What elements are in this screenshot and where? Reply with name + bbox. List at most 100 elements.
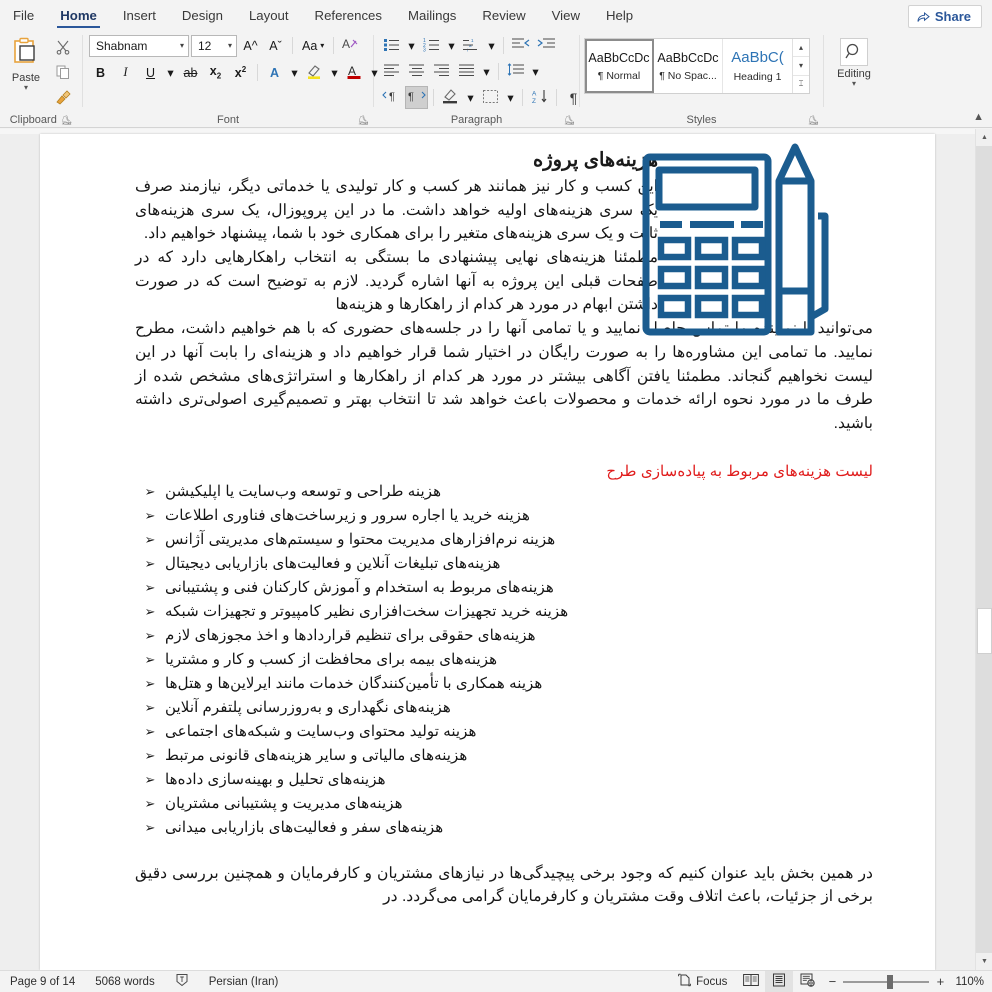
zoom-track[interactable] — [843, 974, 930, 989]
tab-references[interactable]: References — [304, 6, 393, 30]
format-painter-button[interactable] — [52, 88, 74, 110]
multilevel-list-button[interactable]: 1ai — [460, 34, 483, 57]
line-spacing-options-button[interactable]: ▾ — [529, 60, 542, 83]
borders-options-button[interactable]: ▾ — [504, 86, 517, 109]
bullets-options-button[interactable]: ▾ — [405, 34, 418, 57]
borders-button[interactable] — [479, 86, 502, 109]
costs-list-heading: لیست هزینه‌های مربوط به پیاده‌سازی طرح — [606, 462, 873, 480]
word-count-status[interactable]: 5068 words — [85, 976, 164, 988]
align-center-button[interactable] — [405, 60, 428, 83]
shrink-font-icon: Aˇ — [269, 38, 282, 53]
subscript-button[interactable]: x2 — [204, 61, 227, 84]
font-size-combobox[interactable]: 12 ▾ — [191, 34, 237, 57]
italic-button[interactable]: I — [114, 61, 137, 84]
zoom-thumb[interactable] — [887, 974, 894, 989]
chevron-down-icon: ▾ — [488, 39, 495, 53]
font-color-button[interactable]: A — [343, 61, 366, 84]
editing-chevron-down-icon[interactable]: ▾ — [852, 80, 856, 88]
sort-button[interactable]: AZ — [528, 86, 551, 109]
highlight-options-button[interactable]: ▾ — [328, 61, 341, 84]
decrease-indent-button[interactable] — [509, 34, 532, 57]
vertical-scroll-track[interactable] — [976, 146, 992, 953]
copy-button[interactable] — [52, 63, 74, 85]
list-item-text: هزینه طراحی و توسعه وب‌سایت یا اپلیکیشن — [165, 482, 442, 500]
paragraph-dialog-launcher-icon[interactable]: ⛸ — [564, 115, 575, 126]
tab-home[interactable]: Home — [49, 6, 108, 30]
proofing-status[interactable] — [165, 973, 199, 990]
line-spacing-button[interactable] — [504, 60, 527, 83]
increase-indent-button[interactable] — [534, 34, 557, 57]
shading-options-button[interactable]: ▾ — [464, 86, 477, 109]
focus-mode-button[interactable]: Focus — [668, 973, 737, 990]
tab-design[interactable]: Design — [171, 6, 234, 30]
tab-review[interactable]: Review — [471, 6, 536, 30]
share-button[interactable]: Share — [907, 5, 982, 28]
tab-layout[interactable]: Layout — [238, 6, 300, 30]
style-no-spacing[interactable]: AaBbCcDc ¶ No Spac... — [654, 39, 723, 93]
bullet-glyph-icon: ➢ — [144, 651, 156, 667]
zoom-level[interactable]: 110% — [951, 976, 992, 988]
document-page[interactable]: هزینه‌های پروژه این کسب و کار نیز همانند… — [40, 134, 935, 970]
read-mode-view-button[interactable] — [737, 971, 765, 992]
pilcrow-icon: ¶ — [569, 89, 578, 106]
underline-button[interactable]: U — [139, 61, 162, 84]
style-normal[interactable]: AaBbCcDc ¶ Normal — [585, 39, 654, 93]
list-item: ➢ هزینه نرم‌افزارهای مدیریت محتوا و سیستم… — [135, 528, 873, 552]
paragraph-group-label: Paragraph ⛸ — [374, 112, 579, 128]
text-effects-options-button[interactable]: ▾ — [288, 61, 301, 84]
justify-button[interactable] — [455, 60, 478, 83]
zoom-slider[interactable]: − + — [821, 974, 951, 989]
font-name-combobox[interactable]: Shabnam ▾ — [89, 34, 189, 57]
font-controls: Shabnam ▾ 12 ▾ A^ Aˇ Aa ▾ A B I U ▾ ab x… — [83, 34, 381, 84]
tab-file[interactable]: File — [2, 6, 45, 30]
zoom-in-button[interactable]: + — [935, 974, 945, 989]
shrink-font-button[interactable]: Aˇ — [264, 34, 287, 57]
change-case-button[interactable]: Aa ▾ — [298, 34, 328, 57]
align-left-button[interactable] — [380, 60, 403, 83]
numbering-options-button[interactable]: ▾ — [445, 34, 458, 57]
cut-button[interactable] — [52, 38, 74, 60]
clear-formatting-button[interactable]: A — [339, 34, 362, 57]
numbering-button[interactable]: 123 — [420, 34, 443, 57]
align-right-button[interactable] — [430, 60, 453, 83]
text-effects-button[interactable]: A — [263, 61, 286, 84]
styles-scroll-up-button[interactable]: ▴ — [793, 39, 809, 58]
styles-scroll-down-button[interactable]: ▾ — [793, 57, 809, 76]
bullets-button[interactable] — [380, 34, 403, 57]
font-dialog-launcher-icon[interactable]: ⛸ — [358, 115, 369, 126]
editing-button[interactable]: Editing ▾ — [826, 34, 882, 88]
scroll-down-button[interactable]: ▼ — [976, 953, 992, 970]
superscript-button[interactable]: x2 — [229, 61, 252, 84]
paste-chevron-down-icon[interactable]: ▾ — [24, 84, 28, 92]
scroll-up-button[interactable]: ▲ — [976, 129, 992, 146]
tab-insert[interactable]: Insert — [112, 6, 167, 30]
styles-more-button[interactable]: ⌶ — [793, 76, 809, 93]
collapse-ribbon-button[interactable]: ▲ — [973, 111, 984, 123]
strikethrough-button[interactable]: ab — [179, 61, 202, 84]
multilevel-options-button[interactable]: ▾ — [485, 34, 498, 57]
highlight-button[interactable] — [303, 61, 326, 84]
vertical-scrollbar[interactable]: ▲ ▼ — [975, 129, 992, 970]
bold-button[interactable]: B — [89, 61, 112, 84]
tab-view[interactable]: View — [541, 6, 591, 30]
vertical-scroll-thumb[interactable] — [977, 608, 992, 654]
language-status[interactable]: Persian (Iran) — [199, 976, 289, 988]
ribbon-group-editing: Editing ▾ — [824, 30, 884, 128]
list-item: ➢ هزینه‌های نگهداری و به‌روزرسانی پلتفرم … — [135, 696, 873, 720]
rtl-text-direction-button[interactable]: ¶ — [405, 86, 428, 109]
underline-options-button[interactable]: ▾ — [164, 61, 177, 84]
styles-dialog-launcher-icon[interactable]: ⛸ — [808, 115, 819, 126]
style-heading-1[interactable]: AaBbC( Heading 1 — [723, 39, 792, 93]
shading-button[interactable] — [439, 86, 462, 109]
paste-button[interactable]: Paste ▾ — [0, 34, 52, 92]
tab-help[interactable]: Help — [595, 6, 644, 30]
grow-font-button[interactable]: A^ — [239, 34, 262, 57]
ltr-text-direction-button[interactable]: ¶ — [380, 86, 403, 109]
page-number-status[interactable]: Page 9 of 14 — [0, 976, 85, 988]
tab-mailings[interactable]: Mailings — [397, 6, 467, 30]
clipboard-dialog-launcher-icon[interactable]: ⛸ — [61, 115, 72, 126]
print-layout-view-button[interactable] — [765, 971, 794, 992]
web-layout-view-button[interactable] — [793, 971, 821, 992]
zoom-out-button[interactable]: − — [827, 974, 837, 989]
justify-options-button[interactable]: ▾ — [480, 60, 493, 83]
